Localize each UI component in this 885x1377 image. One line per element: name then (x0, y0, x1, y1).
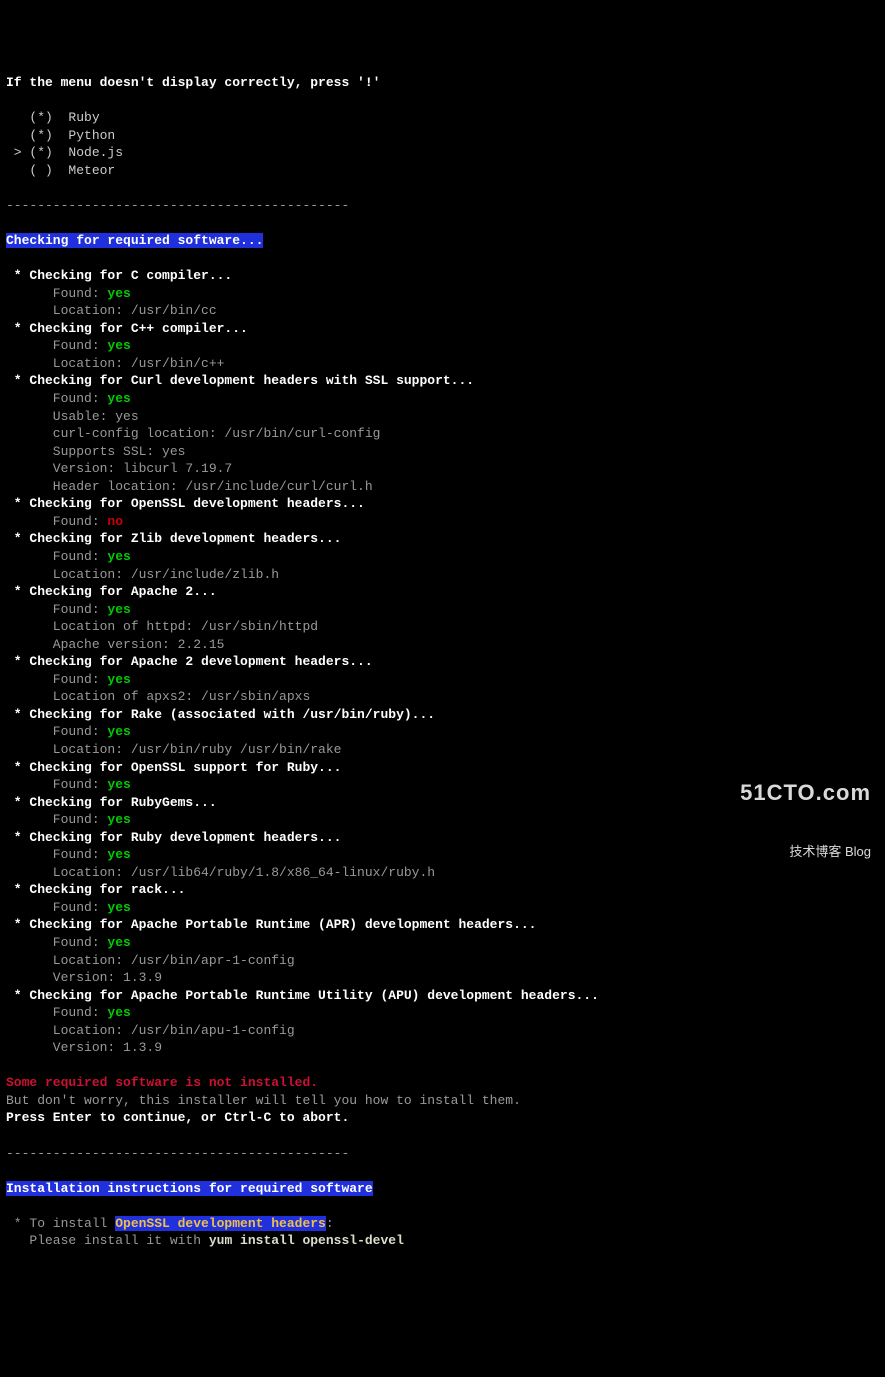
check-title: * Checking for Rake (associated with /us… (6, 707, 435, 722)
check-detail: Header location: /usr/include/curl/curl.… (6, 479, 373, 494)
check-detail: Apache version: 2.2.15 (6, 637, 224, 652)
found-value: yes (107, 935, 130, 950)
install-prefix: * To install (6, 1216, 115, 1231)
check-title: * Checking for Apache 2... (6, 584, 217, 599)
check-title: * Checking for Apache 2 development head… (6, 654, 373, 669)
found-value: yes (107, 391, 130, 406)
check-detail: Location: /usr/bin/ruby /usr/bin/rake (6, 742, 341, 757)
check-title: * Checking for RubyGems... (6, 795, 217, 810)
found-value: yes (107, 724, 130, 739)
check-title: * Checking for Ruby development headers.… (6, 830, 341, 845)
install-pkg: OpenSSL development headers (115, 1216, 326, 1231)
check-title: * Checking for Apache Portable Runtime (… (6, 917, 537, 932)
install-suffix: : (326, 1216, 334, 1231)
menu-warning: If the menu doesn't display correctly, p… (6, 75, 380, 90)
check-detail: Location: /usr/bin/apu-1-config (6, 1023, 295, 1038)
error-line-3: Press Enter to continue, or Ctrl-C to ab… (6, 1110, 349, 1125)
found-value: no (107, 514, 123, 529)
found-label: Found: (6, 935, 107, 950)
terminal-output: If the menu doesn't display correctly, p… (6, 74, 879, 1250)
check-title: * Checking for rack... (6, 882, 185, 897)
check-title: * Checking for OpenSSL development heade… (6, 496, 365, 511)
check-detail: Location: /usr/include/zlib.h (6, 567, 279, 582)
found-label: Found: (6, 391, 107, 406)
found-value: yes (107, 900, 130, 915)
found-label: Found: (6, 724, 107, 739)
found-value: yes (107, 549, 130, 564)
error-line-2: But don't worry, this installer will tel… (6, 1093, 521, 1108)
found-value: yes (107, 777, 130, 792)
menu-items: (*) Ruby (*) Python > (*) Node.js ( ) Me… (6, 110, 123, 178)
check-title: * Checking for Zlib development headers.… (6, 531, 341, 546)
found-label: Found: (6, 847, 107, 862)
check-detail: Location: /usr/bin/apr-1-config (6, 953, 295, 968)
install-command: yum install openssl-devel (209, 1233, 404, 1248)
divider-1: ----------------------------------------… (6, 198, 349, 213)
error-line-1: Some required software is not installed. (6, 1075, 318, 1090)
found-value: yes (107, 847, 130, 862)
found-label: Found: (6, 900, 107, 915)
check-detail: curl-config location: /usr/bin/curl-conf… (6, 426, 380, 441)
check-detail: Location of httpd: /usr/sbin/httpd (6, 619, 318, 634)
check-title: * Checking for C compiler... (6, 268, 232, 283)
install-line-prefix: Please install it with (6, 1233, 209, 1248)
check-title: * Checking for Curl development headers … (6, 373, 474, 388)
check-detail: Location of apxs2: /usr/sbin/apxs (6, 689, 310, 704)
check-detail: Supports SSL: yes (6, 444, 185, 459)
found-value: yes (107, 602, 130, 617)
found-value: yes (107, 286, 130, 301)
found-label: Found: (6, 777, 107, 792)
checks-block: * Checking for C compiler... Found: yes … (6, 268, 599, 1055)
check-detail: Usable: yes (6, 409, 139, 424)
check-title: * Checking for OpenSSL support for Ruby.… (6, 760, 341, 775)
found-label: Found: (6, 812, 107, 827)
found-value: yes (107, 1005, 130, 1020)
found-value: yes (107, 338, 130, 353)
found-label: Found: (6, 602, 107, 617)
check-detail: Version: 1.3.9 (6, 970, 162, 985)
check-detail: Location: /usr/bin/c++ (6, 356, 224, 371)
found-value: yes (107, 672, 130, 687)
check-title: * Checking for C++ compiler... (6, 321, 248, 336)
check-detail: Version: libcurl 7.19.7 (6, 461, 232, 476)
found-value: yes (107, 812, 130, 827)
found-label: Found: (6, 514, 107, 529)
section-heading-checking: Checking for required software... (6, 233, 263, 248)
check-detail: Version: 1.3.9 (6, 1040, 162, 1055)
check-title: * Checking for Apache Portable Runtime U… (6, 988, 599, 1003)
check-detail: Location: /usr/lib64/ruby/1.8/x86_64-lin… (6, 865, 435, 880)
section-heading-install: Installation instructions for required s… (6, 1181, 373, 1196)
divider-2: ----------------------------------------… (6, 1146, 349, 1161)
check-detail: Location: /usr/bin/cc (6, 303, 217, 318)
found-label: Found: (6, 338, 107, 353)
found-label: Found: (6, 549, 107, 564)
found-label: Found: (6, 1005, 107, 1020)
found-label: Found: (6, 286, 107, 301)
found-label: Found: (6, 672, 107, 687)
